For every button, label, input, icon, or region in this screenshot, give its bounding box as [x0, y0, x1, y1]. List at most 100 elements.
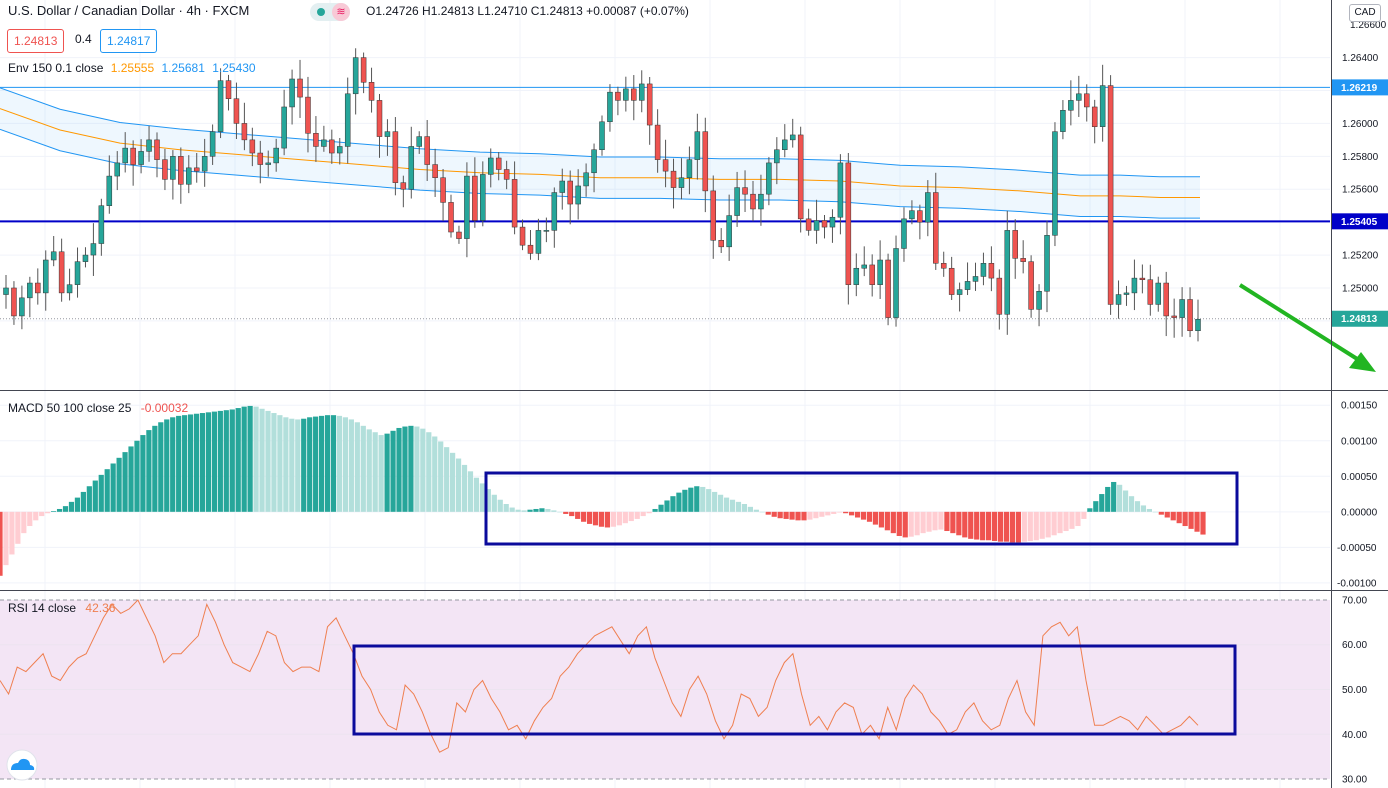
macd-bar [1081, 511, 1087, 519]
price-scale[interactable]: 1.264001.262001.260001.258001.256001.254… [1331, 0, 1388, 788]
candle-body [933, 192, 939, 264]
macd-bar [1170, 511, 1176, 521]
candle-body [1004, 230, 1011, 315]
price-pane[interactable] [0, 48, 1376, 372]
macd-bar [420, 428, 426, 512]
bid-button[interactable]: 1.24813 [7, 29, 65, 53]
tradingview-logo[interactable] [6, 749, 38, 781]
macd-bar [771, 511, 777, 517]
macd-bar [199, 413, 206, 512]
candle-body [416, 136, 422, 147]
candle-body [861, 264, 867, 269]
macd-bar [956, 511, 962, 536]
rsi-axis-ticks: 70.00 60.00 50.00 40.00 30.00 [1342, 595, 1367, 785]
candle-body [789, 134, 796, 141]
candle-body [257, 152, 264, 165]
candle-body [734, 187, 740, 216]
macd-bar [182, 415, 188, 512]
macd-bar [467, 471, 474, 512]
currency-badge[interactable]: CAD [1349, 4, 1381, 22]
candle-body [519, 226, 526, 246]
macd-legend[interactable]: MACD 50 100 close 25 -0.00032 [8, 401, 188, 415]
rsi-legend[interactable]: RSI 14 close 42.36 [8, 601, 115, 615]
macd-bar [68, 501, 75, 512]
candle-body [797, 134, 804, 220]
symbol-title[interactable]: U.S. Dollar / Canadian Dollar · 4h · FXC… [8, 3, 249, 18]
candle-body [551, 192, 558, 231]
rsi-tick-label: 40.00 [1342, 730, 1367, 741]
candle-body [19, 297, 25, 317]
candle-body [869, 264, 875, 285]
candle-body [344, 93, 351, 147]
envelope-legend[interactable]: Env 150 0.1 close 1.25555 1.25681 1.2543… [8, 61, 256, 75]
candle-body [511, 179, 518, 228]
macd-bar [295, 419, 301, 512]
ask-button[interactable]: 1.24817 [100, 29, 158, 53]
candle-body [829, 216, 836, 228]
macd-bar [301, 418, 307, 512]
candle-body [1020, 258, 1026, 262]
candle-body [1139, 277, 1146, 280]
macd-bar [455, 458, 462, 512]
macd-bar [33, 511, 39, 521]
candle-body [686, 159, 693, 178]
macd-bar [86, 486, 92, 512]
price-tick-label: 1.25600 [1342, 185, 1379, 196]
candle-body [90, 243, 97, 256]
macd-bar [896, 511, 902, 536]
macd-bar [801, 511, 807, 521]
candle-body [710, 190, 717, 241]
macd-bar [152, 425, 158, 512]
macd-bar [116, 457, 122, 512]
candle-body [3, 287, 9, 295]
market-status-toggle[interactable]: ≋ [310, 3, 350, 21]
macd-tick-label: 0.00050 [1341, 472, 1378, 483]
macd-bar [211, 411, 217, 512]
chart-canvas[interactable]: 1.264001.262001.260001.258001.256001.254… [0, 0, 1388, 788]
candle-body [122, 147, 128, 164]
macd-bar [1134, 501, 1141, 512]
macd-bar [688, 487, 694, 512]
candle-body [845, 162, 852, 285]
candle-body [178, 156, 184, 185]
macd-tick-label: 0.00150 [1341, 401, 1378, 412]
candle-body [718, 240, 724, 248]
macd-pane[interactable] [0, 404, 1330, 584]
macd-bar [1111, 481, 1117, 512]
candle-body [623, 88, 629, 101]
macd-bar [610, 511, 617, 527]
candle-body [352, 57, 359, 95]
macd-bar [1093, 501, 1099, 512]
macd-bar [634, 511, 640, 519]
macd-bar [176, 415, 182, 512]
candle-body [130, 147, 136, 165]
macd-bar [706, 489, 712, 512]
macd-bar [741, 504, 748, 512]
macd-bar [450, 452, 456, 512]
candle-body [313, 133, 319, 147]
macd-bar [700, 486, 706, 512]
candle-body [376, 100, 383, 137]
macd-bar [944, 511, 950, 532]
macd-bar [414, 426, 420, 512]
candle-body [877, 259, 883, 285]
candle-body [1163, 282, 1169, 317]
macd-bar [682, 489, 688, 512]
macd-bar [265, 410, 271, 512]
macd-tick-label: 0.00100 [1341, 436, 1378, 447]
macd-bar [676, 492, 682, 512]
macd-bar [819, 511, 825, 517]
candle-body [305, 96, 311, 134]
macd-bar [473, 477, 480, 512]
rsi-pane[interactable] [0, 599, 1330, 780]
candle-body [909, 210, 915, 220]
candle-body [170, 156, 176, 180]
candle-body [1115, 294, 1122, 305]
envelope-basis-value: 1.25555 [110, 61, 155, 75]
candle-body [58, 251, 65, 294]
macd-bar [980, 511, 986, 541]
macd-bar [533, 508, 539, 512]
candle-body [583, 172, 589, 187]
macd-bar [843, 511, 849, 514]
macd-bar [348, 419, 354, 512]
